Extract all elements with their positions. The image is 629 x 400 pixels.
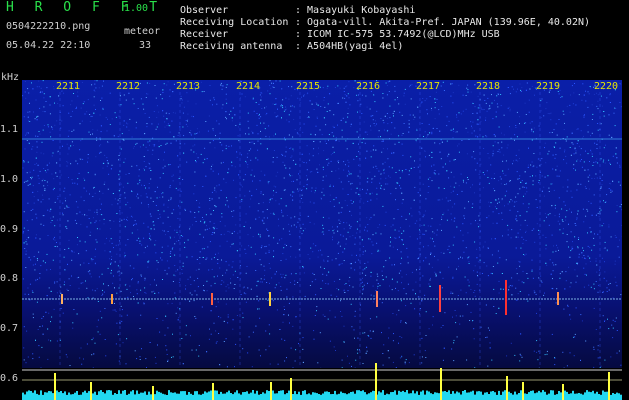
observer-label: Observer xyxy=(180,5,229,16)
y-tick-label: 0.7 xyxy=(0,323,19,334)
app-version: 1.00 xyxy=(124,3,149,14)
y-tick-label: 1.0 xyxy=(0,174,19,185)
time-tick-label: 2213 xyxy=(176,81,201,92)
echo-spike xyxy=(562,384,564,400)
antenna-label: Receiving antenna xyxy=(180,41,283,52)
time-tick-label: 2214 xyxy=(236,81,261,92)
date-time: 05.04.22 22:10 xyxy=(6,40,91,51)
location-value: : Ogata-vill. Akita-Pref. JAPAN (139.96E… xyxy=(295,17,591,28)
echo-spike xyxy=(90,382,92,400)
file-name: 0504222210.png xyxy=(6,21,91,32)
echo-spike xyxy=(270,382,272,400)
mode-label: meteor xyxy=(124,26,161,37)
y-tick-label: 1.1 xyxy=(0,124,19,135)
time-tick-label: 2215 xyxy=(296,81,321,92)
spectrogram-background xyxy=(22,80,622,400)
y-tick-label: 0.8 xyxy=(0,273,19,284)
spectrogram-panel xyxy=(22,80,622,400)
echo-spike xyxy=(440,368,442,400)
echo-spike xyxy=(54,373,56,400)
spectrogram-image xyxy=(22,80,622,400)
receiver-value: : ICOM IC-575 53.7492(@LCD)MHz USB xyxy=(295,29,500,40)
y-tick-label: 0.9 xyxy=(0,224,19,235)
echo-spike xyxy=(522,382,524,400)
time-tick-label: 2216 xyxy=(356,81,381,92)
receiver-label: Receiver xyxy=(180,29,229,40)
echo-spike xyxy=(212,383,214,400)
time-tick-label: 2212 xyxy=(116,81,141,92)
time-tick-label: 2211 xyxy=(56,81,81,92)
echo-spike xyxy=(608,372,610,400)
y-tick-label: 0.6 xyxy=(0,373,19,384)
time-tick-label: 2218 xyxy=(476,81,501,92)
echo-spike xyxy=(506,376,508,400)
echo-spike xyxy=(375,363,377,400)
location-label: Receiving Location xyxy=(180,17,289,28)
time-tick-label: 2219 xyxy=(536,81,561,92)
echo-spike xyxy=(152,386,154,400)
antenna-value: : A504HB(yagi 4el) xyxy=(295,41,404,52)
echo-count: 33 xyxy=(139,40,152,51)
time-tick-label: 2220 xyxy=(594,81,619,92)
hrofft-window: H R O F F T 1.00 0504222210.png meteor 0… xyxy=(0,0,629,400)
y-axis-unit: kHz xyxy=(1,72,20,83)
echo-spike xyxy=(290,378,292,400)
time-tick-label: 2217 xyxy=(416,81,441,92)
observer-value: : Masayuki Kobayashi xyxy=(295,5,416,16)
